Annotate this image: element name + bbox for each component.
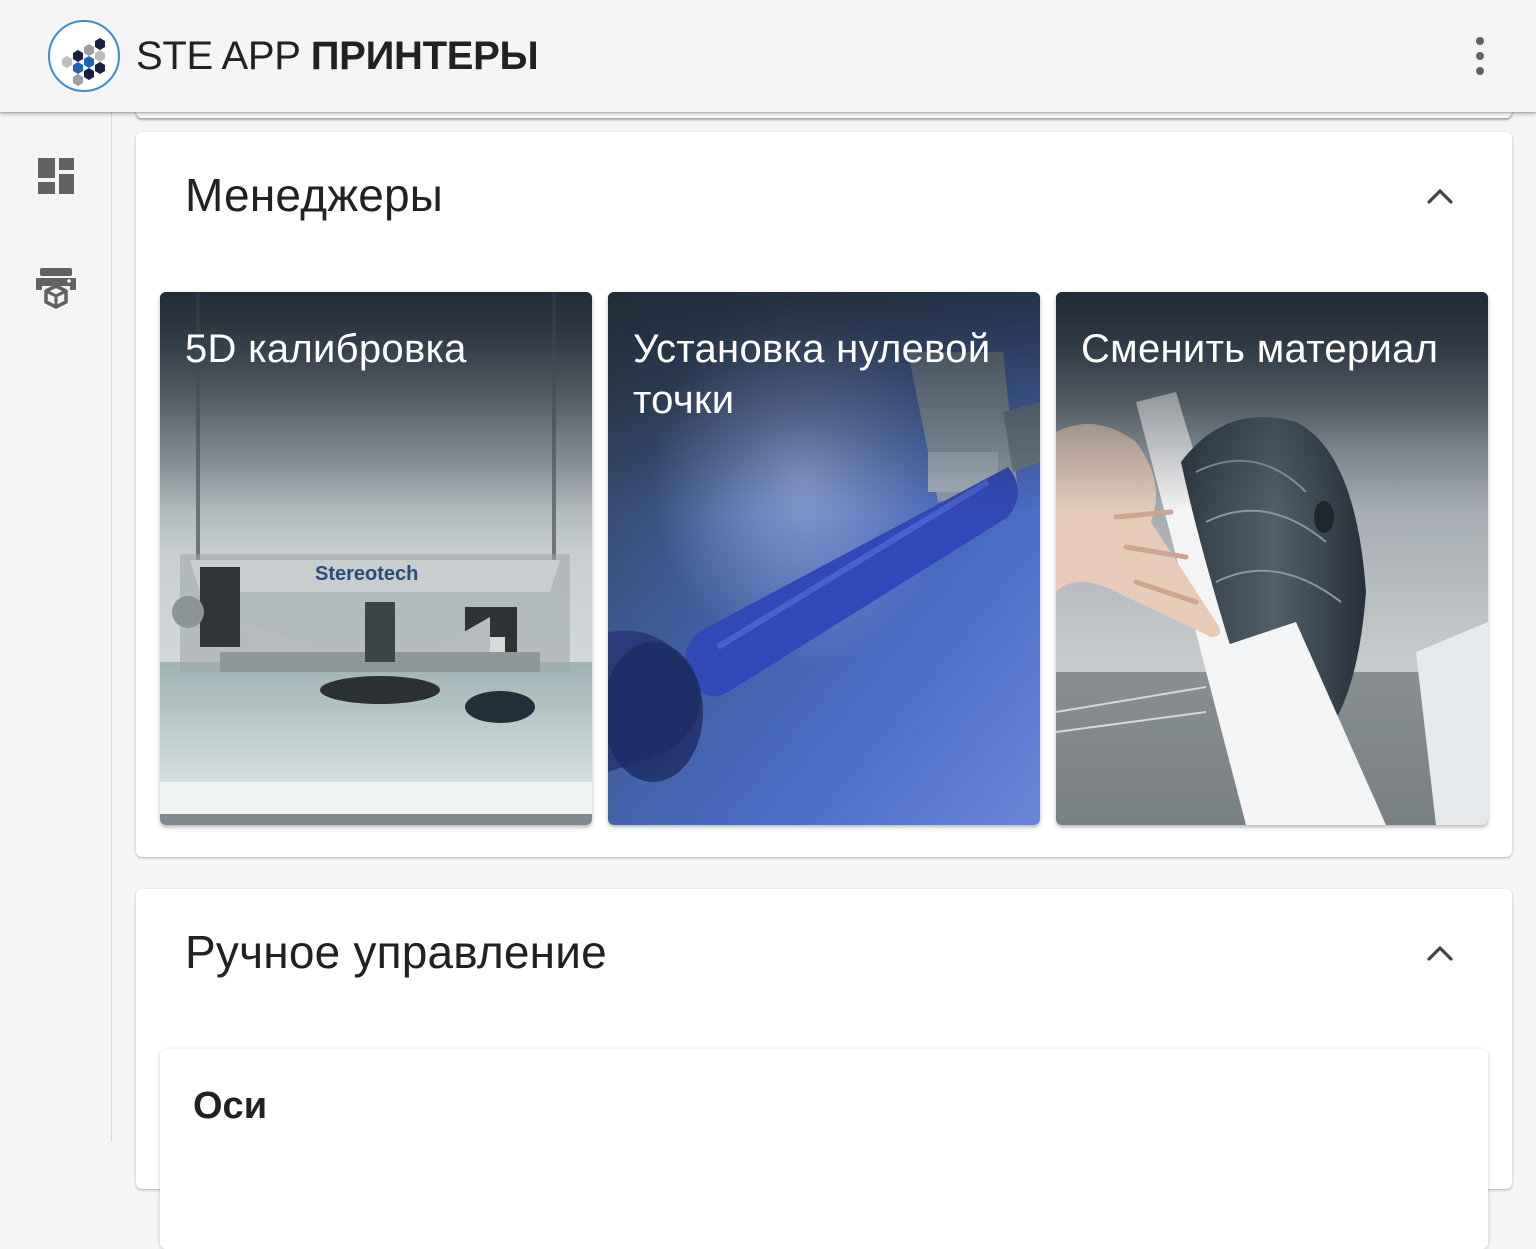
manual-collapse-button[interactable] (1416, 929, 1464, 977)
chevron-up-icon (1427, 946, 1453, 961)
axes-title: Оси (193, 1085, 268, 1127)
manual-control-panel: Ручное управление Оси (136, 889, 1512, 1249)
svg-text:Stereotech: Stereotech (315, 563, 418, 585)
more-vert-icon[interactable] (1456, 28, 1504, 84)
app-title: STE APP ПРИНТЕРЫ (136, 31, 539, 81)
printer-cube-icon (36, 268, 76, 309)
manual-control-title: Ручное управление (185, 926, 607, 978)
sidebar (0, 112, 112, 1142)
hexagon-cluster-logo-icon (62, 38, 105, 86)
app-logo[interactable] (48, 20, 120, 92)
tile-change-material-label: Сменить материал (1081, 327, 1439, 371)
tile-5d-calibration[interactable]: Stereotech 5D калибровка (160, 292, 592, 825)
tile-5d-calibration-label: 5D калибровка (185, 327, 467, 371)
managers-title: Менеджеры (185, 169, 444, 221)
app-bar: STE APP ПРИНТЕРЫ (0, 0, 1536, 112)
tile-zero-point[interactable]: Установка нулевой точки (608, 292, 1040, 825)
chevron-up-icon (1427, 189, 1453, 204)
axes-card: Оси (160, 1049, 1488, 1249)
sidebar-item-dashboard[interactable] (24, 144, 88, 208)
tile-zero-point-label: Установка нулевой точки (633, 327, 991, 422)
dashboard-icon (38, 158, 74, 194)
sidebar-item-printers[interactable] (24, 256, 88, 320)
app-title-bold: ПРИНТЕРЫ (310, 34, 539, 78)
managers-collapse-button[interactable] (1416, 172, 1464, 220)
managers-panel: Менеджеры Stereotech 5D калибровка Устан… (136, 132, 1512, 857)
tile-change-material[interactable]: Сменить материал (1056, 292, 1488, 825)
app-title-regular: STE APP (136, 34, 311, 78)
